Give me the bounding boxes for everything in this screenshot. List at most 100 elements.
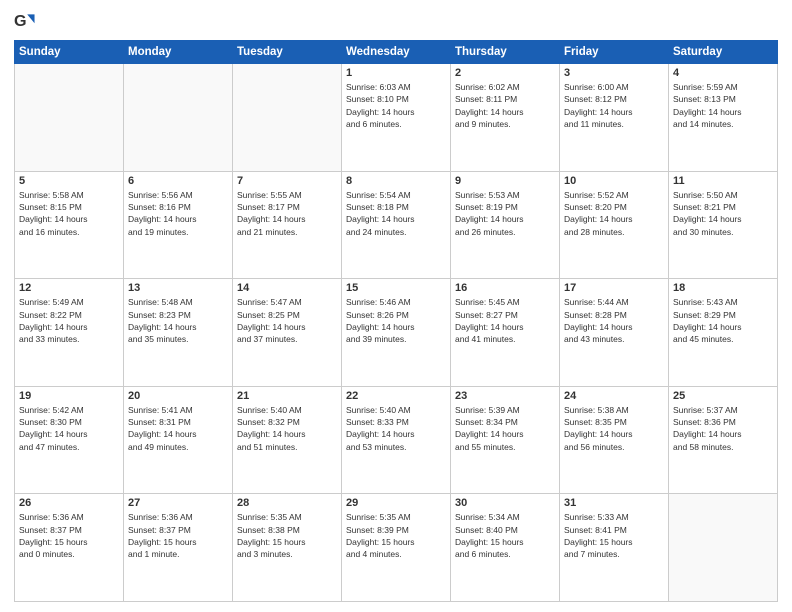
calendar-header-row: SundayMondayTuesdayWednesdayThursdayFrid…	[15, 41, 778, 64]
day-number: 12	[19, 282, 119, 294]
day-number: 2	[455, 67, 555, 79]
day-info: Sunrise: 5:43 AM Sunset: 8:29 PM Dayligh…	[673, 296, 773, 345]
calendar-day-cell: 7 Sunrise: 5:55 AM Sunset: 8:17 PM Daylig…	[233, 171, 342, 279]
day-number: 27	[128, 497, 228, 509]
day-info: Sunrise: 5:40 AM Sunset: 8:32 PM Dayligh…	[237, 404, 337, 453]
calendar-day-cell: 4 Sunrise: 5:59 AM Sunset: 8:13 PM Daylig…	[669, 64, 778, 172]
day-number: 14	[237, 282, 337, 294]
day-info: Sunrise: 5:41 AM Sunset: 8:31 PM Dayligh…	[128, 404, 228, 453]
calendar-day-cell: 27 Sunrise: 5:36 AM Sunset: 8:37 PM Dayli…	[124, 494, 233, 602]
calendar-day-cell	[124, 64, 233, 172]
day-info: Sunrise: 5:40 AM Sunset: 8:33 PM Dayligh…	[346, 404, 446, 453]
day-info: Sunrise: 5:46 AM Sunset: 8:26 PM Dayligh…	[346, 296, 446, 345]
day-number: 17	[564, 282, 664, 294]
day-info: Sunrise: 5:36 AM Sunset: 8:37 PM Dayligh…	[128, 511, 228, 560]
day-number: 30	[455, 497, 555, 509]
calendar-day-cell: 10Sunrise: 5:52 AM Sunset: 8:20 PM Dayli…	[560, 171, 669, 279]
calendar-day-cell: 1Sunrise: 6:03 AM Sunset: 8:10 PM Daylig…	[342, 64, 451, 172]
day-info: Sunrise: 5:58 AM Sunset: 8:15 PM Dayligh…	[19, 189, 119, 238]
calendar-day-cell: 11 Sunrise: 5:50 AM Sunset: 8:21 PM Dayli…	[669, 171, 778, 279]
day-number: 25	[673, 390, 773, 402]
calendar-week-row: 1Sunrise: 6:03 AM Sunset: 8:10 PM Daylig…	[15, 64, 778, 172]
calendar-day-header: Monday	[124, 41, 233, 64]
day-info: Sunrise: 5:54 AM Sunset: 8:18 PM Dayligh…	[346, 189, 446, 238]
calendar-day-cell: 30 Sunrise: 5:34 AM Sunset: 8:40 PM Dayli…	[451, 494, 560, 602]
day-number: 15	[346, 282, 446, 294]
calendar-day-header: Tuesday	[233, 41, 342, 64]
calendar-day-cell: 18Sunrise: 5:43 AM Sunset: 8:29 PM Dayli…	[669, 279, 778, 387]
calendar-day-cell: 14 Sunrise: 5:47 AM Sunset: 8:25 PM Dayli…	[233, 279, 342, 387]
calendar-day-cell: 5 Sunrise: 5:58 AM Sunset: 8:15 PM Daylig…	[15, 171, 124, 279]
day-info: Sunrise: 5:50 AM Sunset: 8:21 PM Dayligh…	[673, 189, 773, 238]
calendar-day-cell: 26 Sunrise: 5:36 AM Sunset: 8:37 PM Dayli…	[15, 494, 124, 602]
day-number: 5	[19, 175, 119, 187]
day-number: 19	[19, 390, 119, 402]
day-number: 24	[564, 390, 664, 402]
day-info: Sunrise: 5:37 AM Sunset: 8:36 PM Dayligh…	[673, 404, 773, 453]
day-info: Sunrise: 5:52 AM Sunset: 8:20 PM Dayligh…	[564, 189, 664, 238]
day-info: Sunrise: 5:38 AM Sunset: 8:35 PM Dayligh…	[564, 404, 664, 453]
day-number: 20	[128, 390, 228, 402]
calendar-day-cell: 16 Sunrise: 5:45 AM Sunset: 8:27 PM Dayli…	[451, 279, 560, 387]
day-info: Sunrise: 5:45 AM Sunset: 8:27 PM Dayligh…	[455, 296, 555, 345]
day-number: 16	[455, 282, 555, 294]
calendar-day-cell: 22 Sunrise: 5:40 AM Sunset: 8:33 PM Dayli…	[342, 386, 451, 494]
calendar-day-cell: 20 Sunrise: 5:41 AM Sunset: 8:31 PM Dayli…	[124, 386, 233, 494]
calendar-day-cell: 8 Sunrise: 5:54 AM Sunset: 8:18 PM Daylig…	[342, 171, 451, 279]
day-info: Sunrise: 5:49 AM Sunset: 8:22 PM Dayligh…	[19, 296, 119, 345]
day-number: 26	[19, 497, 119, 509]
day-info: Sunrise: 6:03 AM Sunset: 8:10 PM Dayligh…	[346, 81, 446, 130]
day-info: Sunrise: 5:34 AM Sunset: 8:40 PM Dayligh…	[455, 511, 555, 560]
day-number: 13	[128, 282, 228, 294]
day-number: 11	[673, 175, 773, 187]
day-number: 6	[128, 175, 228, 187]
day-number: 23	[455, 390, 555, 402]
calendar-day-header: Saturday	[669, 41, 778, 64]
calendar-week-row: 26 Sunrise: 5:36 AM Sunset: 8:37 PM Dayli…	[15, 494, 778, 602]
calendar-day-header: Thursday	[451, 41, 560, 64]
calendar-day-cell: 17Sunrise: 5:44 AM Sunset: 8:28 PM Dayli…	[560, 279, 669, 387]
calendar-day-header: Sunday	[15, 41, 124, 64]
day-number: 28	[237, 497, 337, 509]
calendar-day-header: Friday	[560, 41, 669, 64]
logo-area: G	[14, 10, 40, 32]
day-info: Sunrise: 5:42 AM Sunset: 8:30 PM Dayligh…	[19, 404, 119, 453]
calendar-day-cell: 25 Sunrise: 5:37 AM Sunset: 8:36 PM Dayli…	[669, 386, 778, 494]
calendar-day-cell	[233, 64, 342, 172]
day-number: 29	[346, 497, 446, 509]
calendar-day-cell: 13 Sunrise: 5:48 AM Sunset: 8:23 PM Dayli…	[124, 279, 233, 387]
day-info: Sunrise: 5:48 AM Sunset: 8:23 PM Dayligh…	[128, 296, 228, 345]
calendar-day-cell: 9 Sunrise: 5:53 AM Sunset: 8:19 PM Daylig…	[451, 171, 560, 279]
svg-text:G: G	[14, 12, 27, 30]
day-info: Sunrise: 5:47 AM Sunset: 8:25 PM Dayligh…	[237, 296, 337, 345]
day-info: Sunrise: 5:36 AM Sunset: 8:37 PM Dayligh…	[19, 511, 119, 560]
calendar-day-cell: 24 Sunrise: 5:38 AM Sunset: 8:35 PM Dayli…	[560, 386, 669, 494]
day-info: Sunrise: 5:33 AM Sunset: 8:41 PM Dayligh…	[564, 511, 664, 560]
day-info: Sunrise: 5:55 AM Sunset: 8:17 PM Dayligh…	[237, 189, 337, 238]
day-number: 22	[346, 390, 446, 402]
day-info: Sunrise: 6:00 AM Sunset: 8:12 PM Dayligh…	[564, 81, 664, 130]
calendar-table: SundayMondayTuesdayWednesdayThursdayFrid…	[14, 40, 778, 602]
day-number: 7	[237, 175, 337, 187]
calendar-week-row: 5 Sunrise: 5:58 AM Sunset: 8:15 PM Daylig…	[15, 171, 778, 279]
calendar-week-row: 19 Sunrise: 5:42 AM Sunset: 8:30 PM Dayli…	[15, 386, 778, 494]
day-number: 4	[673, 67, 773, 79]
calendar-day-cell	[669, 494, 778, 602]
day-info: Sunrise: 5:53 AM Sunset: 8:19 PM Dayligh…	[455, 189, 555, 238]
calendar-day-cell: 28Sunrise: 5:35 AM Sunset: 8:38 PM Dayli…	[233, 494, 342, 602]
calendar-day-cell: 29Sunrise: 5:35 AM Sunset: 8:39 PM Dayli…	[342, 494, 451, 602]
calendar-day-cell: 15 Sunrise: 5:46 AM Sunset: 8:26 PM Dayli…	[342, 279, 451, 387]
day-number: 9	[455, 175, 555, 187]
calendar-day-cell	[15, 64, 124, 172]
calendar-day-cell: 21Sunrise: 5:40 AM Sunset: 8:32 PM Dayli…	[233, 386, 342, 494]
day-info: Sunrise: 5:56 AM Sunset: 8:16 PM Dayligh…	[128, 189, 228, 238]
calendar-day-cell: 3 Sunrise: 6:00 AM Sunset: 8:12 PM Daylig…	[560, 64, 669, 172]
calendar-week-row: 12 Sunrise: 5:49 AM Sunset: 8:22 PM Dayli…	[15, 279, 778, 387]
day-number: 3	[564, 67, 664, 79]
calendar-day-header: Wednesday	[342, 41, 451, 64]
calendar-day-cell: 12 Sunrise: 5:49 AM Sunset: 8:22 PM Dayli…	[15, 279, 124, 387]
day-number: 8	[346, 175, 446, 187]
logo: G	[14, 10, 40, 32]
calendar-day-cell: 31Sunrise: 5:33 AM Sunset: 8:41 PM Dayli…	[560, 494, 669, 602]
day-info: Sunrise: 5:59 AM Sunset: 8:13 PM Dayligh…	[673, 81, 773, 130]
